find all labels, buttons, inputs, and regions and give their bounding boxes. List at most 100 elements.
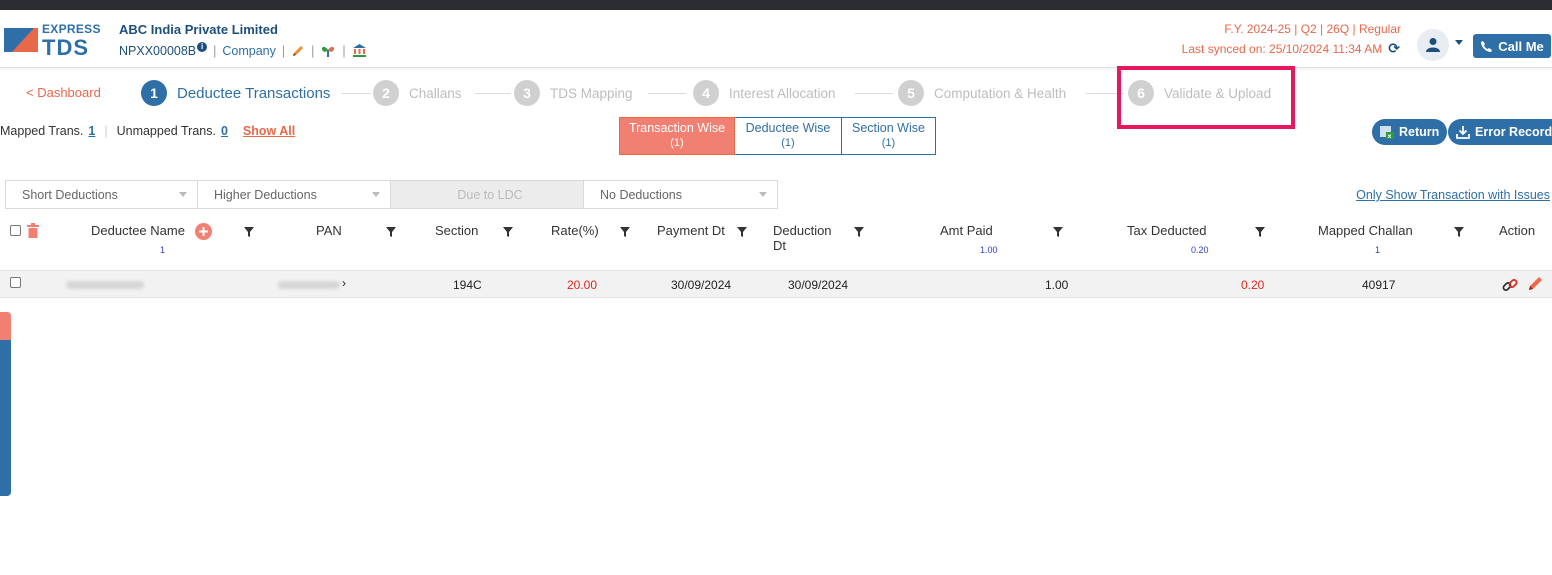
chevron-down-icon[interactable] <box>1455 40 1463 45</box>
higher-deductions-select[interactable]: Higher Deductions <box>198 180 391 209</box>
call-me-label: Call Me <box>1498 38 1544 54</box>
edit-icon[interactable] <box>1527 276 1543 292</box>
due-to-ldc-select: Due to LDC <box>391 180 584 209</box>
deduction-filters: Short Deductions Higher Deductions Due t… <box>5 180 778 209</box>
step-computation-health[interactable]: 5 Computation & Health <box>898 78 1066 108</box>
step-challans[interactable]: 2 Challans <box>373 78 462 108</box>
deductee-wise-tab[interactable]: Deductee Wise (1) <box>735 117 842 155</box>
col-rate[interactable]: Rate(%) <box>551 223 599 238</box>
divider: | <box>104 124 108 138</box>
col-deductee-name[interactable]: Deductee Name 1 <box>91 223 185 255</box>
show-all-link[interactable]: Show All <box>243 124 295 138</box>
tab-label: Section Wise <box>852 121 925 135</box>
step-number: 2 <box>373 80 399 106</box>
return-label: Return <box>1399 125 1440 139</box>
bank-icon[interactable] <box>352 43 367 58</box>
cell-deduction-dt: 30/09/2024 <box>788 278 849 292</box>
col-count: 1 <box>160 245 166 255</box>
filter-icon[interactable] <box>503 227 513 237</box>
ribbon-icon[interactable] <box>320 44 336 58</box>
info-icon[interactable]: i <box>197 41 208 52</box>
user-avatar[interactable] <box>1417 29 1449 61</box>
last-synced-text: Last synced on: 25/10/2024 11:34 AM <box>1181 41 1383 56</box>
filter-icon[interactable] <box>1255 227 1265 237</box>
phone-icon <box>1481 40 1493 52</box>
side-feedback-tab[interactable] <box>0 312 11 496</box>
only-show-issues-link[interactable]: Only Show Transaction with Issues <box>1356 188 1550 202</box>
browser-top-strip <box>0 0 1552 10</box>
tan-number: NPXX00008B <box>119 43 197 58</box>
col-amt-paid[interactable]: Amt Paid 1.00 <box>940 223 998 255</box>
col-tax-deducted[interactable]: Tax Deducted 0.20 <box>1127 223 1209 255</box>
col-mapped-challan[interactable]: Mapped Challan 1 <box>1318 223 1413 255</box>
cell-mapped-challan: 40917 <box>1362 278 1396 292</box>
row-checkbox[interactable] <box>10 277 21 288</box>
link-icon[interactable] <box>1502 277 1518 293</box>
section-wise-tab[interactable]: Section Wise (1) <box>842 117 936 155</box>
col-pan[interactable]: PAN <box>316 223 342 238</box>
filter-icon[interactable] <box>1053 227 1063 237</box>
filter-icon[interactable] <box>620 227 630 237</box>
tab-count: (1) <box>781 137 795 149</box>
step-tds-mapping[interactable]: 3 TDS Mapping <box>514 78 633 108</box>
divider: | <box>281 43 286 58</box>
app-header: EXPRESS TDS ABC India Private Limited NP… <box>0 10 1552 68</box>
no-deductions-select[interactable]: No Deductions <box>584 180 778 209</box>
company-name: ABC India Private Limited <box>119 22 278 37</box>
logo-tds-text: TDS <box>42 35 89 60</box>
deductee-name-redacted <box>66 281 144 289</box>
step-deductee-transactions[interactable]: 1 Deductee Transactions <box>141 78 330 108</box>
tab-count: (1) <box>670 137 684 149</box>
short-deductions-select[interactable]: Short Deductions <box>5 180 198 209</box>
express-tds-logo[interactable]: EXPRESS TDS <box>4 20 104 60</box>
call-me-button[interactable]: Call Me <box>1473 34 1551 58</box>
filter-icon[interactable] <box>1454 227 1464 237</box>
col-payment-dt[interactable]: Payment Dt <box>657 223 725 238</box>
col-label: Tax Deducted <box>1127 223 1207 238</box>
chevron-down-icon <box>372 192 380 197</box>
filter-icon[interactable] <box>854 227 864 237</box>
refresh-icon[interactable]: ⟳ <box>1388 40 1400 57</box>
filter-label: No Deductions <box>600 187 682 202</box>
tab-label: Transaction Wise <box>628 121 726 135</box>
filter-label: Higher Deductions <box>214 187 317 202</box>
filter-icon[interactable] <box>244 227 254 237</box>
add-icon[interactable] <box>195 223 212 240</box>
filter-icon[interactable] <box>386 227 396 237</box>
step-number: 3 <box>514 80 540 106</box>
logo-mark-icon <box>4 28 38 52</box>
filter-icon[interactable] <box>737 227 747 237</box>
download-icon <box>1456 126 1470 139</box>
cell-section: 194C <box>453 278 482 292</box>
tab-label: Deductee Wise <box>745 121 831 135</box>
step-label: Challans <box>409 85 462 101</box>
col-section[interactable]: Section <box>435 223 478 238</box>
chevron-down-icon <box>759 192 767 197</box>
step-connector <box>475 93 511 94</box>
cell-rate: 20.00 <box>567 278 598 292</box>
step-number: 5 <box>898 80 924 106</box>
col-label: Deduction <box>773 223 832 238</box>
chevron-down-icon <box>179 192 187 197</box>
col-label: Deductee Name <box>91 223 185 238</box>
divider: | <box>311 43 315 58</box>
tan-line: NPXX00008B i | Company | | | <box>119 41 367 58</box>
mapped-count-link[interactable]: 1 <box>88 124 95 138</box>
filter-label: Due to LDC <box>457 187 523 202</box>
table-row[interactable]: › 194C 20.00 30/09/2024 30/09/2024 1.00 … <box>0 270 1552 298</box>
unmapped-count-link[interactable]: 0 <box>221 124 228 138</box>
unmapped-label: Unmapped Trans. <box>116 124 216 138</box>
col-label: Mapped Challan <box>1318 223 1413 238</box>
error-records-button[interactable]: Error Records <box>1448 119 1552 145</box>
company-link[interactable]: Company <box>222 44 276 58</box>
transaction-wise-tab[interactable]: Transaction Wise (1) <box>619 117 735 155</box>
step-connector <box>648 93 686 94</box>
dashboard-link[interactable]: < Dashboard <box>26 85 101 100</box>
step-connector <box>855 93 893 94</box>
select-all-checkbox[interactable] <box>10 225 21 236</box>
trash-icon[interactable] <box>26 223 40 238</box>
col-deduction-dt[interactable]: Deduction Dt <box>773 223 832 253</box>
step-interest-allocation[interactable]: 4 Interest Allocation <box>693 78 836 108</box>
return-button[interactable]: x Return <box>1372 119 1448 145</box>
pencil-icon[interactable] <box>291 44 305 58</box>
